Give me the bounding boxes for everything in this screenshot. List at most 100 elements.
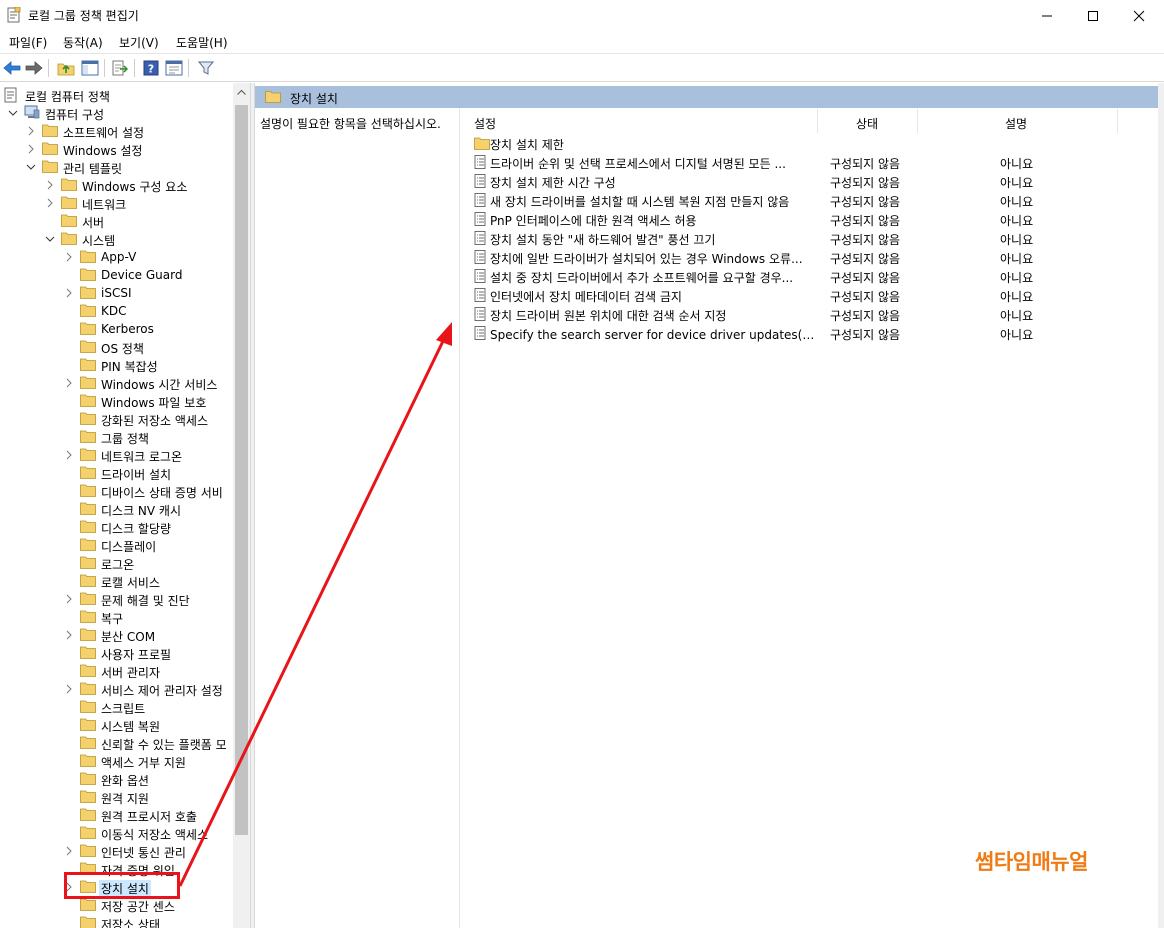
chevron-right-icon[interactable] [45, 197, 55, 209]
tree-node[interactable]: 관리 템플릿 [0, 158, 233, 176]
tree-node[interactable]: iSCSI [0, 284, 233, 302]
console-tree[interactable]: 로컬 컴퓨터 정책 컴퓨터 구성 소프트웨어 설정 Windows 설정 관리 템플릿 W… [0, 83, 250, 928]
list-item[interactable]: Specify the search server for device dri… [470, 324, 1160, 343]
export-list-button[interactable] [110, 58, 130, 78]
menu-file[interactable]: 파일(F) [9, 34, 47, 51]
policy-icon [4, 87, 20, 103]
tree-node[interactable]: 드라이버 설치 [0, 464, 233, 482]
tree-node[interactable]: 서버 관리자 [0, 662, 233, 680]
minimize-button[interactable] [1024, 0, 1070, 31]
tree-node-label: PIN 복잡성 [101, 360, 158, 374]
list-item[interactable]: 새 장치 드라이버를 설치할 때 시스템 복원 지점 만들지 않음 구성되지 않음… [470, 191, 1160, 210]
list-item[interactable]: 설치 중 장치 드라이버에서 추가 소프트웨어를 요구할 경우... 구성되지 않… [470, 267, 1160, 286]
tree-node[interactable]: 분산 COM [0, 626, 233, 644]
policy-setting-icon [474, 174, 488, 188]
show-hide-tree-button[interactable] [80, 58, 100, 78]
list-item[interactable]: 장치 드라이버 원본 위치에 대한 검색 순서 지정 구성되지 않음 아니요 [470, 305, 1160, 324]
tree-node[interactable]: App-V [0, 248, 233, 266]
tree-node[interactable]: KDC [0, 302, 233, 320]
chevron-right-icon[interactable] [26, 143, 36, 155]
folder-icon [80, 411, 96, 425]
chevron-right-icon[interactable] [64, 377, 74, 389]
chevron-right-icon[interactable] [26, 125, 36, 137]
scrollbar-thumb[interactable] [235, 105, 248, 835]
tree-node[interactable]: 원격 프로시저 호출 [0, 806, 233, 824]
forward-button[interactable] [24, 58, 44, 78]
tree-node[interactable]: 스크립트 [0, 698, 233, 716]
chevron-right-icon[interactable] [64, 845, 74, 857]
help-button[interactable]: ? [141, 58, 161, 78]
tree-node[interactable]: 완화 옵션 [0, 770, 233, 788]
tree-node[interactable]: 소프트웨어 설정 [0, 122, 233, 140]
back-button[interactable] [2, 58, 22, 78]
tree-node[interactable]: PIN 복잡성 [0, 356, 233, 374]
tree-node[interactable]: 신뢰할 수 있는 플랫폼 모 [0, 734, 233, 752]
tree-node[interactable]: 그룹 정책 [0, 428, 233, 446]
tree-scrollbar[interactable] [233, 83, 250, 928]
list-item[interactable]: 장치에 일반 드라이버가 설치되어 있는 경우 Windows 오류... 구성되… [470, 248, 1160, 267]
tree-node[interactable]: 복구 [0, 608, 233, 626]
list-item-subfolder[interactable]: 장치 설치 제한 [470, 134, 1160, 153]
tree-node[interactable]: 로컬 컴퓨터 정책 [0, 86, 233, 104]
tree-node[interactable]: Kerberos [0, 320, 233, 338]
tree-node[interactable]: 로캘 서비스 [0, 572, 233, 590]
chevron-right-icon[interactable] [64, 251, 74, 263]
tree-node[interactable]: 디스크 할당량 [0, 518, 233, 536]
chevron-right-icon[interactable] [64, 593, 74, 605]
column-header-setting[interactable]: 설정 [468, 109, 818, 133]
tree-node[interactable]: 디바이스 상태 증명 서비 [0, 482, 233, 500]
tree-node[interactable]: 네트워크 로그온 [0, 446, 233, 464]
chevron-right-icon[interactable] [64, 287, 74, 299]
tree-node[interactable]: 인터넷 통신 관리 [0, 842, 233, 860]
chevron-right-icon[interactable] [45, 179, 55, 191]
chevron-down-icon[interactable] [8, 107, 18, 119]
properties-view-button[interactable] [164, 58, 184, 78]
tree-node[interactable]: 시스템 복원 [0, 716, 233, 734]
tree-node[interactable]: 서버 [0, 212, 233, 230]
column-header-comment[interactable]: 설명 [918, 109, 1118, 133]
tree-node[interactable]: Windows 시간 서비스 [0, 374, 233, 392]
tree-node[interactable]: Windows 구성 요소 [0, 176, 233, 194]
folder-icon [80, 897, 96, 911]
tree-node[interactable]: 서비스 제어 관리자 설정 [0, 680, 233, 698]
tree-node[interactable]: 시스템 [0, 230, 233, 248]
tree-node-label: 시스템 [82, 234, 116, 248]
tree-node[interactable]: 원격 지원 [0, 788, 233, 806]
maximize-button[interactable] [1070, 0, 1116, 31]
tree-node[interactable]: 사용자 프로필 [0, 644, 233, 662]
tree-node[interactable]: Windows 파일 보호 [0, 392, 233, 410]
scroll-up-icon[interactable] [237, 89, 246, 95]
close-button[interactable] [1116, 0, 1162, 31]
chevron-right-icon[interactable] [64, 683, 74, 695]
tree-node[interactable]: Windows 설정 [0, 140, 233, 158]
tree-node[interactable]: 이동식 저장소 액세스 [0, 824, 233, 842]
tree-node[interactable]: OS 정책 [0, 338, 233, 356]
tree-node[interactable]: 네트워크 [0, 194, 233, 212]
list-item[interactable]: 장치 설치 동안 "새 하드웨어 발견" 풍선 끄기 구성되지 않음 아니요 [470, 229, 1160, 248]
tree-node[interactable]: 저장소 상태 [0, 914, 233, 928]
tree-node[interactable]: 문제 해결 및 진단 [0, 590, 233, 608]
menu-help[interactable]: 도움말(H) [176, 34, 228, 51]
up-folder-button[interactable] [56, 58, 76, 78]
tree-node[interactable]: 로그온 [0, 554, 233, 572]
list-item[interactable]: 장치 설치 제한 시간 구성 구성되지 않음 아니요 [470, 172, 1160, 191]
menu-action[interactable]: 동작(A) [63, 34, 103, 51]
list-item[interactable]: 드라이버 순위 및 선택 프로세스에서 디지털 서명된 모든 ... 구성되지 않… [470, 153, 1160, 172]
menu-view[interactable]: 보기(V) [119, 34, 159, 51]
tree-node[interactable]: 디스플레이 [0, 536, 233, 554]
chevron-down-icon[interactable] [45, 233, 55, 245]
tree-node[interactable]: 컴퓨터 구성 [0, 104, 233, 122]
chevron-down-icon[interactable] [26, 161, 36, 173]
list-item[interactable]: PnP 인터페이스에 대한 원격 액세스 허용 구성되지 않음 아니요 [470, 210, 1160, 229]
chevron-right-icon[interactable] [64, 629, 74, 641]
tree-node[interactable]: 디스크 NV 캐시 [0, 500, 233, 518]
column-header-state[interactable]: 상태 [818, 109, 918, 133]
folder-icon [80, 501, 96, 515]
list-item[interactable]: 인터넷에서 장치 메타데이터 검색 금지 구성되지 않음 아니요 [470, 286, 1160, 305]
tree-node-label: 강화된 저장소 액세스 [101, 414, 208, 428]
tree-node[interactable]: 액세스 거부 지원 [0, 752, 233, 770]
chevron-right-icon[interactable] [64, 449, 74, 461]
tree-node[interactable]: 강화된 저장소 액세스 [0, 410, 233, 428]
filter-button[interactable] [196, 58, 216, 78]
tree-node[interactable]: Device Guard [0, 266, 233, 284]
